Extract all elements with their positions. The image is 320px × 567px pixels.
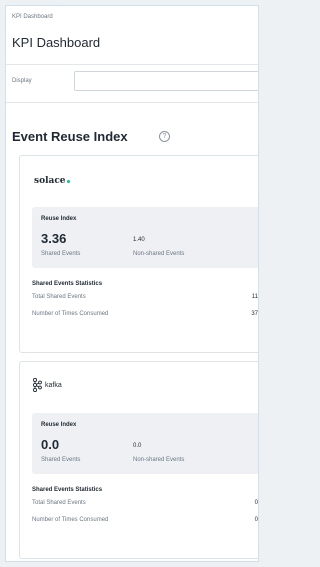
- reuse-index-title: Reuse Index: [41, 422, 77, 428]
- stat-value: 37: [251, 311, 258, 317]
- non-shared-events-value: 0.0: [133, 443, 142, 449]
- shared-events-value: 0.0: [41, 437, 60, 452]
- shared-events-label: Shared Events: [41, 251, 81, 257]
- display-select[interactable]: [74, 71, 258, 91]
- kafka-icon: [32, 378, 42, 392]
- broker-card-kafka: kafka Reuse Index 0.0 0.0 Shared Events …: [19, 361, 258, 559]
- solace-logo-dot: [66, 180, 70, 183]
- breadcrumb[interactable]: KPI Dashboard: [12, 14, 53, 20]
- kpi-dashboard-panel: KPI Dashboard KPI Dashboard Display Even…: [5, 5, 259, 562]
- stat-label: Total Shared Events: [32, 500, 86, 506]
- stat-label: Number of Times Consumed: [32, 311, 109, 317]
- stats-title: Shared Events Statistics: [32, 281, 103, 287]
- divider: [6, 102, 258, 103]
- stat-row-total-shared: Total Shared Events 11: [32, 294, 258, 300]
- reuse-index-box: Reuse Index 3.36 1.40 Shared Events Non-…: [32, 207, 258, 268]
- display-label: Display: [12, 78, 32, 84]
- page-title: KPI Dashboard: [12, 35, 101, 50]
- stat-row-times-consumed: Number of Times Consumed 37: [32, 311, 258, 317]
- section-title: Event Reuse Index: [12, 129, 128, 144]
- shared-events-label: Shared Events: [41, 457, 81, 463]
- stat-value: 11: [251, 294, 258, 300]
- shared-events-value: 3.36: [41, 231, 67, 246]
- stat-row-total-shared: Total Shared Events 0: [32, 500, 258, 506]
- stat-label: Total Shared Events: [32, 294, 86, 300]
- kafka-logo: kafka: [32, 378, 62, 392]
- solace-logo: solace: [34, 176, 70, 186]
- reuse-index-box: Reuse Index 0.0 0.0 Shared Events Non-sh…: [32, 413, 258, 474]
- non-shared-events-label: Non-shared Events: [133, 457, 185, 463]
- stat-row-times-consumed: Number of Times Consumed 0: [32, 517, 258, 523]
- kafka-logo-text: kafka: [45, 381, 62, 389]
- divider: [6, 64, 258, 65]
- non-shared-events-label: Non-shared Events: [133, 251, 185, 257]
- stats-title: Shared Events Statistics: [32, 487, 103, 493]
- stat-value: 0: [254, 517, 258, 523]
- solace-logo-text: solace: [34, 176, 66, 186]
- stat-label: Number of Times Consumed: [32, 517, 109, 523]
- reuse-index-title: Reuse Index: [41, 216, 77, 222]
- non-shared-events-value: 1.40: [133, 237, 145, 243]
- broker-card-solace: solace Reuse Index 3.36 1.40 Shared Even…: [19, 155, 258, 353]
- stat-value: 0: [254, 500, 258, 506]
- question-circle-icon[interactable]: ?: [159, 131, 170, 142]
